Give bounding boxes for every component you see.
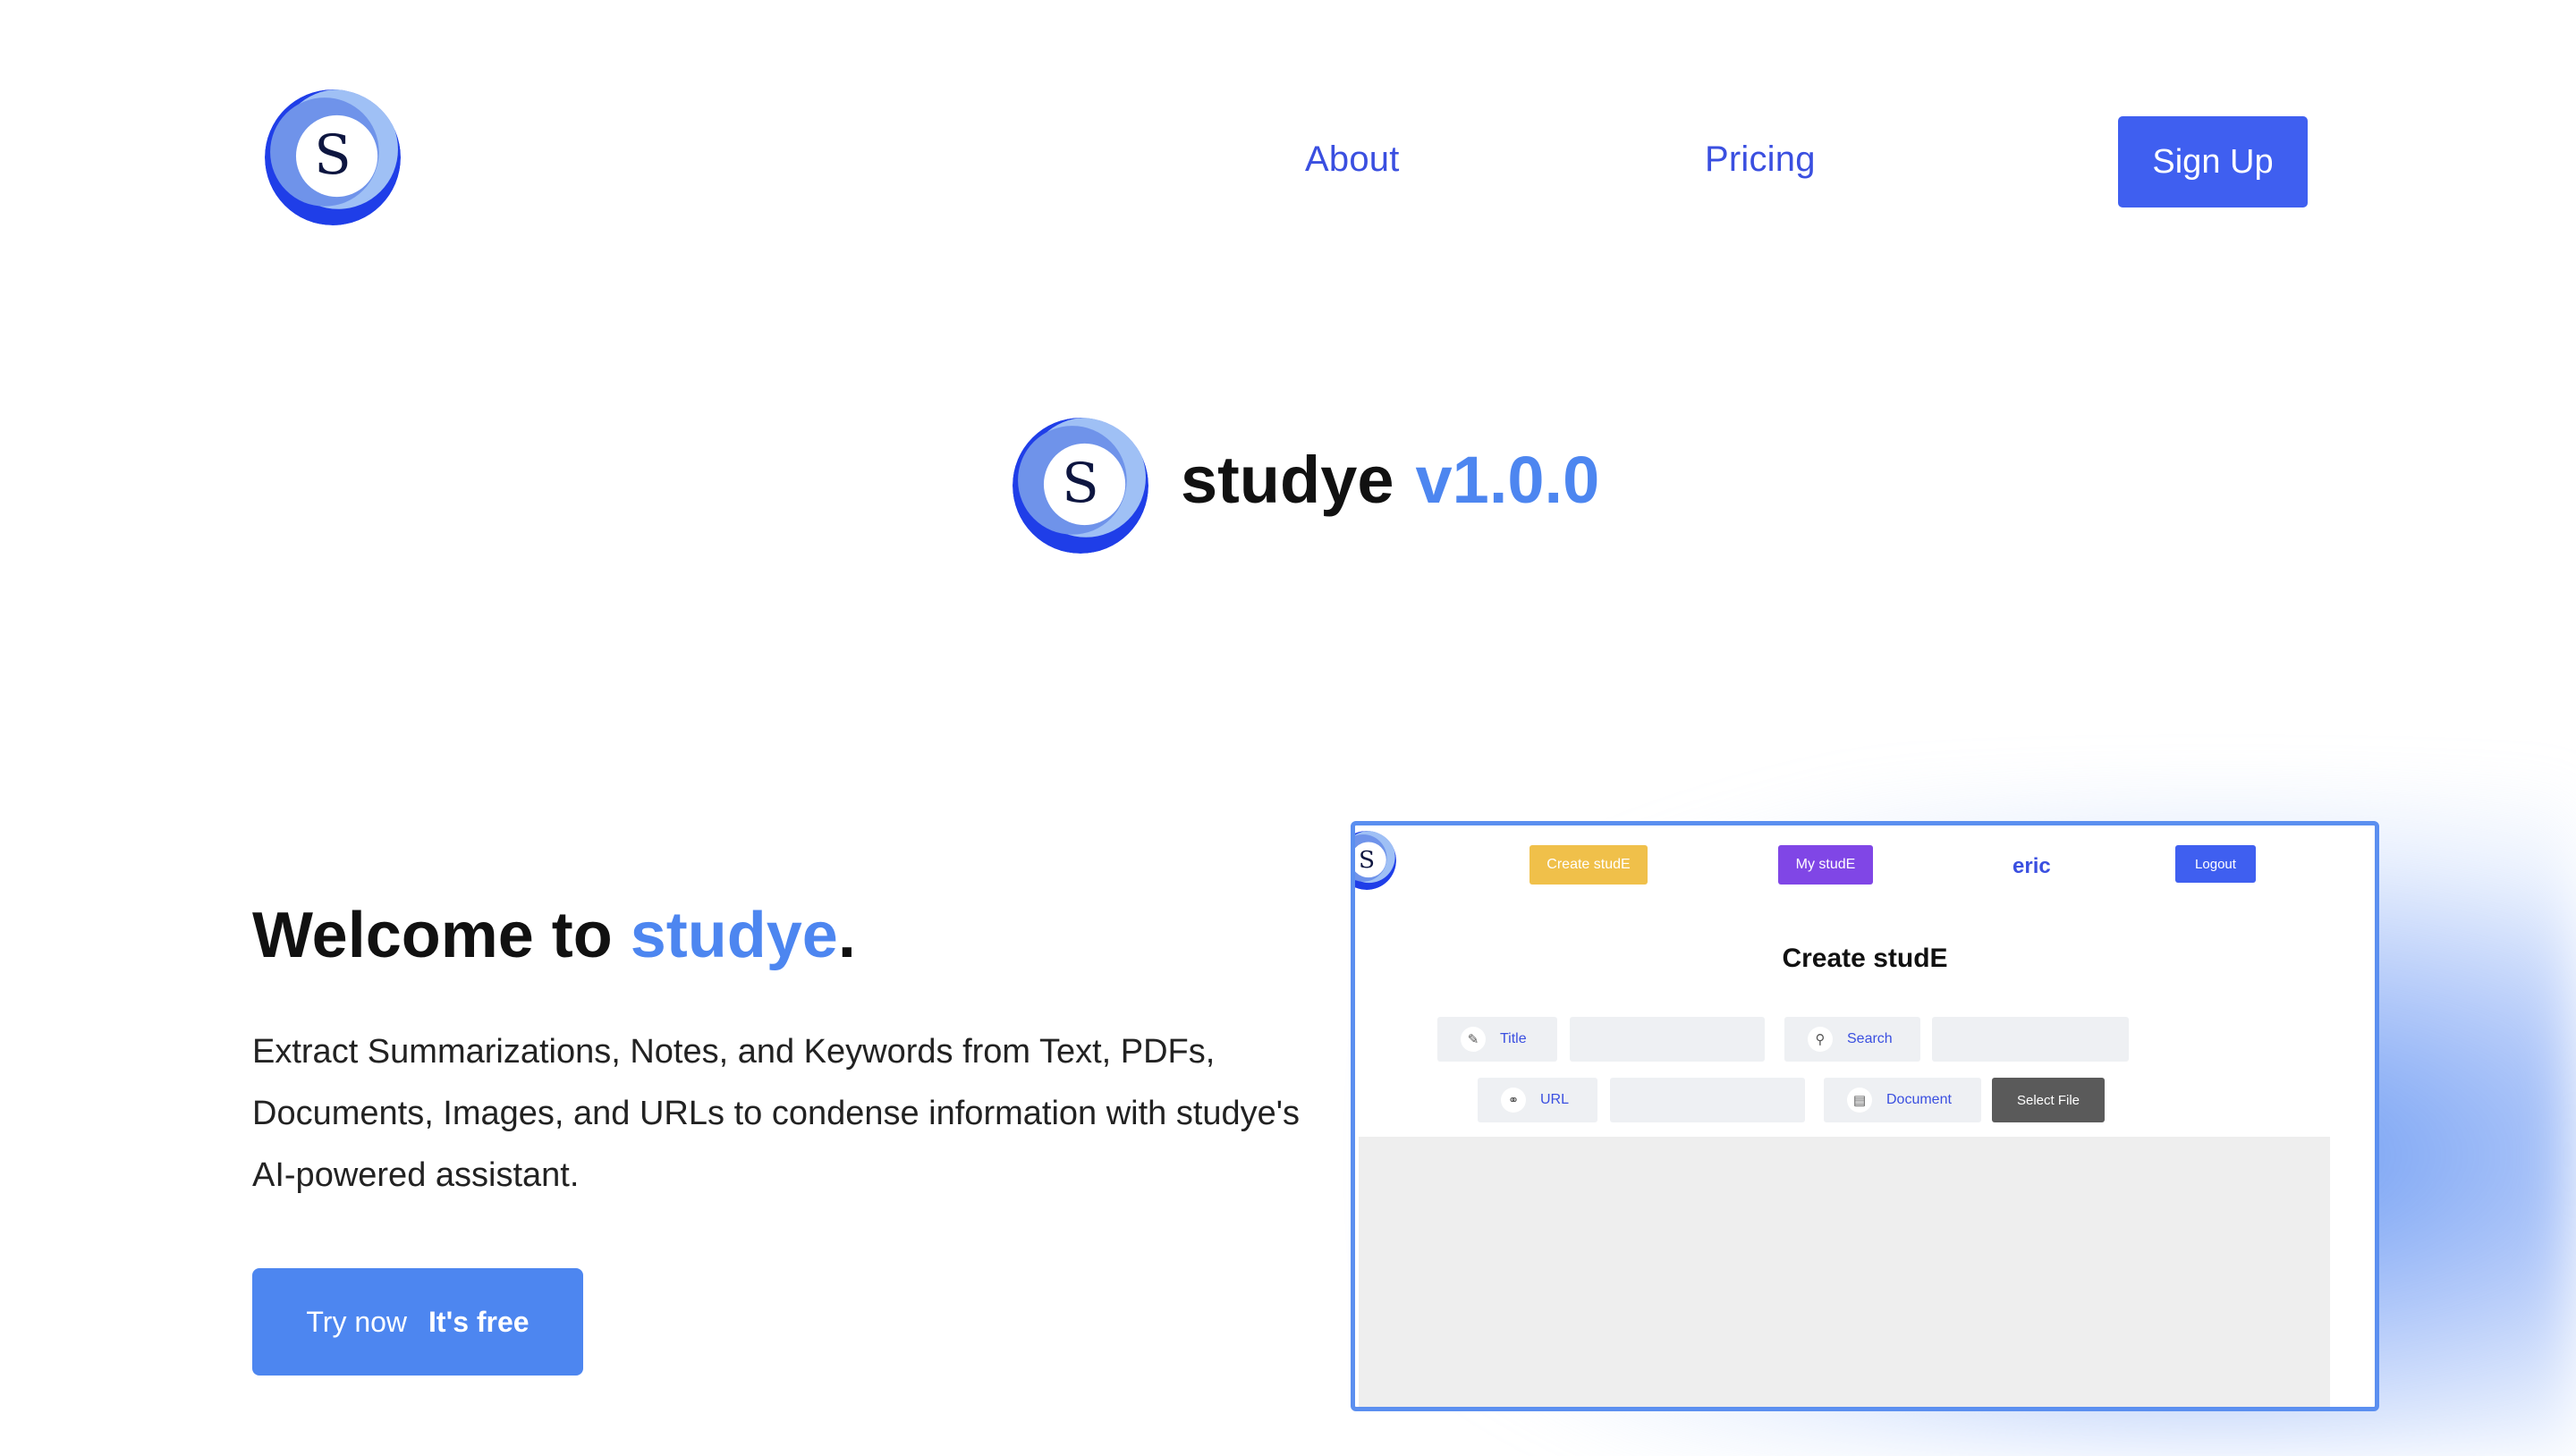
brand-name: studye (1181, 443, 1394, 517)
preview-title-input[interactable] (1570, 1017, 1765, 1062)
link-icon: ⚭ (1501, 1088, 1526, 1113)
preview-username: eric (2012, 854, 2051, 878)
svg-text:S: S (1062, 453, 1099, 515)
preview-url-label: URL (1540, 1092, 1570, 1107)
preview-search-label: Search (1847, 1031, 1893, 1046)
preview-title-field-label[interactable]: ✎ Title (1437, 1017, 1557, 1062)
app-preview: S Create studE My studE eric Logout Crea… (1351, 821, 2379, 1411)
nav-about-link[interactable]: About (1305, 140, 1400, 180)
try-now-button[interactable]: Try now It's free (252, 1268, 583, 1376)
preview-output-area (1359, 1137, 2330, 1407)
cta-main-label: Try now (306, 1305, 408, 1338)
preview-select-file-button[interactable]: Select File (1992, 1078, 2105, 1122)
hero-description: Extract Summarizations, Notes, and Keywo… (252, 1033, 1301, 1194)
hero-title-suffix: . (837, 900, 856, 971)
brand-logo: S (1013, 418, 1148, 554)
preview-create-button[interactable]: Create studE (1530, 845, 1648, 885)
hero-title-accent: studye (630, 900, 838, 971)
brand-title: studye v1.0.0 (1181, 447, 1599, 513)
preview-url-field-label[interactable]: ⚭ URL (1478, 1078, 1597, 1122)
preview-logo: S (1355, 831, 1396, 890)
pencil-icon: ✎ (1461, 1027, 1486, 1052)
preview-search-input[interactable] (1932, 1017, 2129, 1062)
svg-text:S: S (1359, 846, 1375, 874)
preview-logout-button[interactable]: Logout (2175, 845, 2256, 883)
cta-sub-label: It's free (428, 1305, 530, 1338)
search-icon: ⚲ (1808, 1027, 1833, 1052)
preview-heading: Create studE (1782, 944, 1948, 973)
preview-title-label: Title (1500, 1031, 1527, 1046)
preview-search-field-label[interactable]: ⚲ Search (1784, 1017, 1920, 1062)
preview-url-input[interactable] (1610, 1078, 1805, 1122)
brand-version: v1.0.0 (1415, 443, 1600, 517)
hero-title-prefix: Welcome to (252, 900, 631, 971)
hero-title: Welcome to studye. (252, 903, 856, 968)
preview-document-label: Document (1886, 1092, 1952, 1107)
preview-my-stude-button[interactable]: My studE (1778, 845, 1873, 885)
svg-text:S: S (314, 124, 352, 187)
sign-up-button[interactable]: Sign Up (2118, 116, 2308, 207)
header-logo[interactable]: S (265, 89, 401, 225)
preview-document-field-label[interactable]: ▤ Document (1824, 1078, 1981, 1122)
nav-pricing-link[interactable]: Pricing (1705, 140, 1816, 180)
document-icon: ▤ (1847, 1088, 1872, 1113)
